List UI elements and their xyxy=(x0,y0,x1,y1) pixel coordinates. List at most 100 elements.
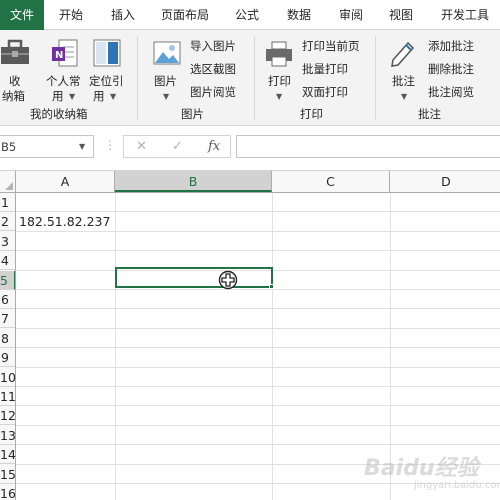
delete-comment-label: 删除批注 xyxy=(428,62,474,76)
personal-common-button[interactable]: N 个人常 用 ▼ xyxy=(44,34,88,103)
printer-icon xyxy=(266,41,292,67)
row-header[interactable]: 8 xyxy=(0,329,15,348)
formula-bar: B5 ▼ ⋮ ✕ ✓ fx xyxy=(0,126,500,166)
row-header[interactable]: 9 xyxy=(0,348,15,368)
gridline-horizontal xyxy=(16,308,500,310)
watermark-logo: Baidu经验 xyxy=(364,456,479,481)
store-box-button[interactable]: 收 纳箱 xyxy=(0,34,34,103)
batch-print-button[interactable]: 批量打印 xyxy=(300,61,370,77)
row-header[interactable]: 11 xyxy=(0,387,15,406)
ribbon: 收 纳箱 N 个人常 用 ▼ 定位引 用 ▼ 我的收纳箱 图片 ▼ 导入图片 选… xyxy=(0,30,500,126)
picture-browse-button[interactable]: 图片阅览 xyxy=(188,84,250,100)
gridline-horizontal xyxy=(16,386,500,387)
row-header[interactable]: 6 xyxy=(0,290,15,309)
locate-reference-icon xyxy=(93,39,121,67)
tab-page-layout[interactable]: 页面布局 xyxy=(161,0,209,30)
batch-print-label: 批量打印 xyxy=(302,62,348,76)
chevron-down-icon: ▼ xyxy=(110,92,117,101)
tab-review[interactable]: 审阅 xyxy=(339,0,363,30)
group-label-picture: 图片 xyxy=(181,107,204,121)
gridline-horizontal xyxy=(16,327,500,329)
comment-button[interactable]: 批注 ▼ xyxy=(385,34,423,102)
store-box-label-1: 收 xyxy=(9,74,21,88)
row-header[interactable]: 2 xyxy=(0,212,15,232)
drag-handle-icon[interactable]: ⋮ xyxy=(104,137,116,153)
print-current-page-button[interactable]: 打印当前页 xyxy=(300,38,370,54)
row-header[interactable]: 12 xyxy=(0,406,15,426)
picture-button[interactable]: 图片 ▼ xyxy=(148,34,186,102)
row-header[interactable]: 16 xyxy=(0,484,15,500)
add-comment-button[interactable]: 添加批注 xyxy=(426,38,498,54)
gridline-horizontal xyxy=(16,250,500,252)
locate-reference-label-2: 用 xyxy=(93,89,105,103)
browse-comment-button[interactable]: 批注阅览 xyxy=(426,84,498,100)
column-header-b[interactable]: B xyxy=(115,171,272,192)
picture-browse-label: 图片阅览 xyxy=(190,85,236,99)
gridline-horizontal xyxy=(16,366,500,368)
row-header[interactable]: 15 xyxy=(0,465,15,484)
insert-function-icon[interactable]: fx xyxy=(208,139,220,154)
locate-reference-button[interactable]: 定位引 用 ▼ xyxy=(88,34,128,103)
tab-formulas[interactable]: 公式 xyxy=(235,0,259,30)
row-header[interactable]: 14 xyxy=(0,445,15,465)
import-picture-button[interactable]: 导入图片 xyxy=(188,38,250,54)
gridline-horizontal xyxy=(16,444,500,446)
select-all-button[interactable] xyxy=(0,171,16,192)
enter-icon[interactable]: ✓ xyxy=(172,139,183,154)
tab-view[interactable]: 视图 xyxy=(389,0,413,30)
ribbon-tab-bar: 文件 开始 插入 页面布局 公式 数据 审阅 视图 开发工具 xyxy=(0,0,500,30)
delete-comment-button[interactable]: 删除批注 xyxy=(426,61,498,77)
tab-insert[interactable]: 插入 xyxy=(111,0,135,30)
row-header[interactable]: 10 xyxy=(0,368,15,387)
chevron-down-icon: ▼ xyxy=(401,92,408,101)
picture-label: 图片 xyxy=(154,74,177,88)
toolbox-icon xyxy=(1,39,29,64)
tab-home[interactable]: 开始 xyxy=(59,0,83,30)
column-header-c[interactable]: C xyxy=(272,171,390,192)
tab-file[interactable]: 文件 xyxy=(0,0,44,30)
gridline-horizontal xyxy=(16,211,500,213)
name-box[interactable]: B5 ▼ xyxy=(0,135,94,158)
fill-handle[interactable] xyxy=(269,284,274,289)
row-header[interactable]: 13 xyxy=(0,426,15,445)
print-current-page-label: 打印当前页 xyxy=(302,39,360,53)
formula-buttons: ✕ ✓ fx xyxy=(123,135,231,158)
personal-common-label-2: 用 xyxy=(52,89,64,103)
row-header[interactable]: 1 xyxy=(0,193,15,212)
gridline-horizontal xyxy=(16,230,500,232)
row-headers: 1 2 3 4 5 6 7 8 9 10 11 12 13 14 15 16 xyxy=(0,193,16,500)
chevron-down-icon: ▼ xyxy=(69,92,76,101)
personal-common-label-1: 个人常 xyxy=(46,74,81,88)
tab-data[interactable]: 数据 xyxy=(287,0,311,30)
duplex-print-label: 双面打印 xyxy=(302,85,348,99)
picture-icon xyxy=(153,41,181,65)
group-divider xyxy=(254,36,255,120)
tab-developer[interactable]: 开发工具 xyxy=(441,0,489,30)
row-header[interactable]: 3 xyxy=(0,232,15,251)
row-header[interactable]: 5 xyxy=(0,270,15,290)
row-header[interactable]: 4 xyxy=(0,251,15,271)
formula-input[interactable] xyxy=(236,135,500,158)
store-box-label-2: 纳箱 xyxy=(2,89,25,103)
import-picture-label: 导入图片 xyxy=(190,39,236,53)
column-headers: A B C D xyxy=(0,171,500,193)
chevron-down-icon[interactable]: ▼ xyxy=(79,142,85,151)
region-screenshot-button[interactable]: 选区截图 xyxy=(188,61,250,77)
active-cell-b5[interactable] xyxy=(115,267,273,288)
gridline-horizontal xyxy=(16,289,500,290)
cancel-icon[interactable]: ✕ xyxy=(136,139,147,154)
gridline-horizontal xyxy=(16,347,500,349)
print-button[interactable]: 打印 ▼ xyxy=(262,34,298,102)
svg-text:N: N xyxy=(55,50,63,61)
watermark-url: jingyan.baidu.com xyxy=(414,480,500,491)
column-header-d[interactable]: D xyxy=(390,171,500,192)
row-header[interactable]: 7 xyxy=(0,309,15,329)
cell-a2[interactable]: 182.51.82.237 xyxy=(19,214,110,229)
locate-reference-label-1: 定位引 xyxy=(89,74,124,88)
column-header-a[interactable]: A xyxy=(16,171,115,192)
gridline-vertical xyxy=(272,193,273,500)
duplex-print-button[interactable]: 双面打印 xyxy=(300,84,370,100)
gridline-horizontal xyxy=(16,405,500,407)
region-screenshot-label: 选区截图 xyxy=(190,62,236,76)
cell-select-cursor-icon xyxy=(218,270,238,290)
